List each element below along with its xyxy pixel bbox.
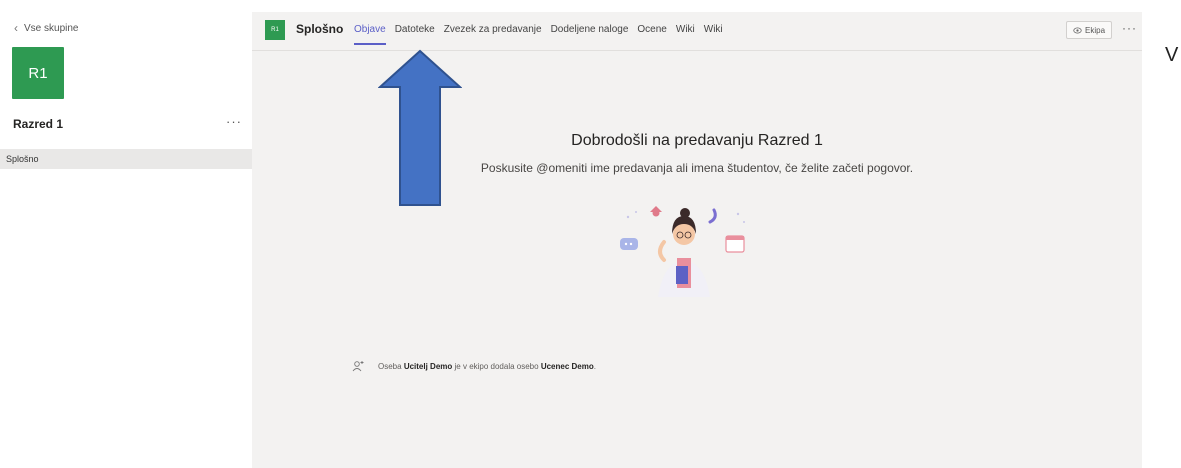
header-more-options-button[interactable]: ··· (1122, 21, 1137, 35)
eye-icon (1073, 26, 1082, 34)
team-more-options-button[interactable]: ··· (226, 114, 242, 129)
activity-suffix: . (593, 361, 596, 371)
channel-avatar: R1 (265, 20, 285, 40)
activity-target: Ucenec Demo (540, 361, 594, 371)
tab-class-notebook[interactable]: Zvezek za predavanje (444, 24, 542, 35)
back-link-label: Vse skupine (24, 22, 79, 34)
tab-wiki[interactable]: Wiki (676, 24, 695, 35)
tab-files[interactable]: Datoteke (395, 24, 435, 35)
activity-actor: Ucitelj Demo (403, 361, 453, 371)
side-letter: V (1165, 44, 1179, 66)
team-button[interactable]: Ekipa (1066, 21, 1113, 39)
channel-tabs: Objave Datoteke Zvezek za predavanje Dod… (354, 24, 723, 45)
tab-assignments[interactable]: Dodeljene naloge (551, 24, 629, 35)
add-person-icon (352, 361, 364, 372)
team-button-label: Ekipa (1085, 25, 1106, 35)
team-avatar: R1 (12, 47, 64, 99)
channel-item-label: Splošno (6, 154, 39, 164)
left-sidebar: ‹ Vse skupine R1 Razred 1 ··· Splošno (0, 0, 252, 468)
chevron-left-icon: ‹ (14, 21, 18, 35)
welcome-illustration (620, 206, 745, 297)
tab-wiki-2[interactable]: Wiki (704, 24, 723, 35)
activity-message: Oseba Ucitelj Demo je v ekipo dodala ose… (352, 360, 596, 372)
tab-posts[interactable]: Objave (354, 24, 386, 45)
activity-middle: je v ekipo dodala osebo (454, 361, 539, 371)
activity-prefix: Oseba (378, 361, 402, 371)
team-name: Razred 1 (13, 117, 64, 131)
channel-item-general[interactable]: Splošno (0, 149, 252, 169)
back-to-all-teams-link[interactable]: ‹ Vse skupine (14, 21, 78, 35)
channel-title: Splošno (296, 22, 344, 36)
channel-header: R1 Splošno Objave Datoteke Zvezek za pre… (252, 12, 1142, 51)
tab-grades[interactable]: Ocene (637, 24, 666, 35)
activity-text: Oseba Ucitelj Demo je v ekipo dodala ose… (378, 362, 596, 371)
annotation-up-arrow-icon (378, 49, 462, 206)
